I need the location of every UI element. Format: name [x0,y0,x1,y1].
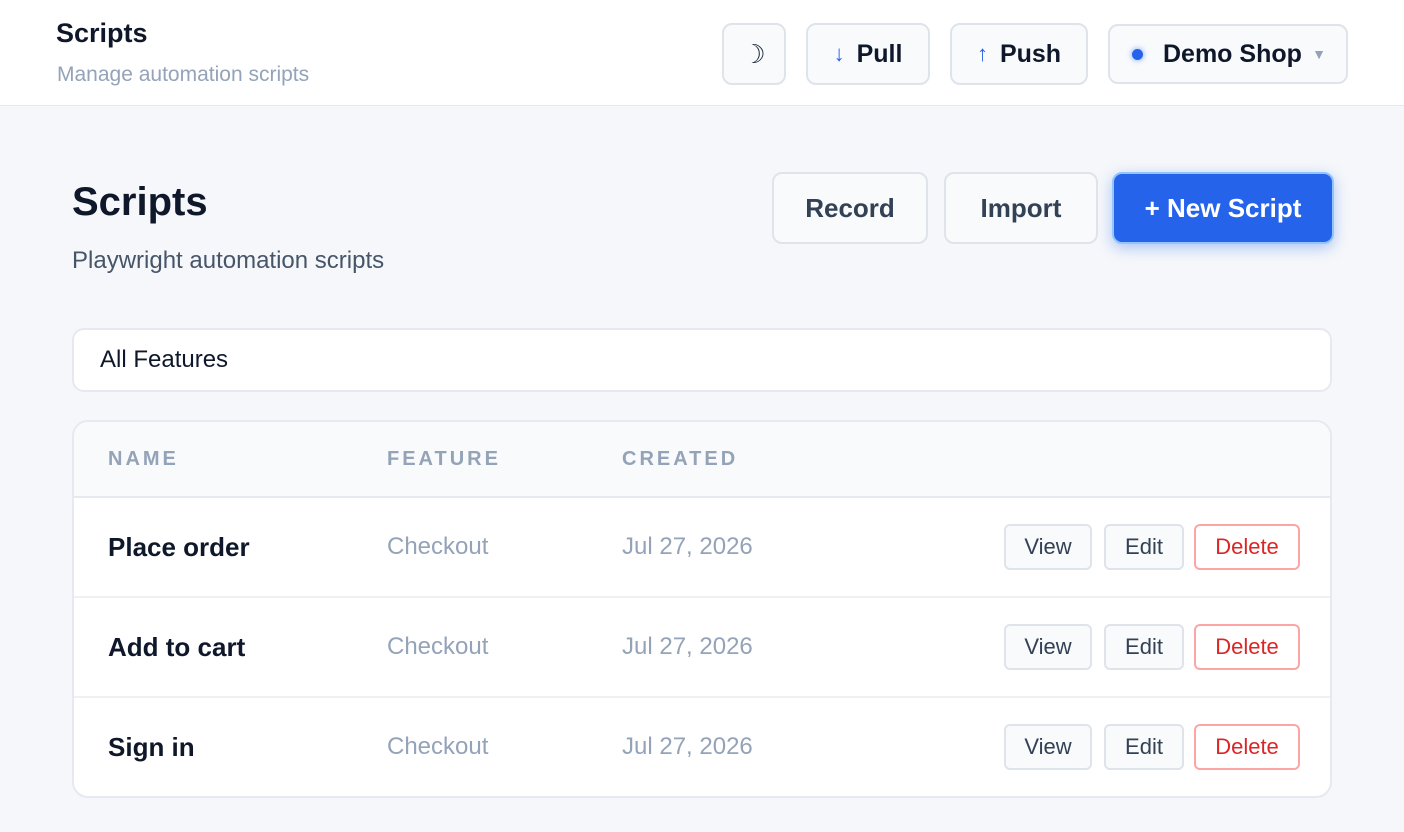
header-title: Scripts [56,18,148,48]
view-button[interactable]: View [1004,724,1092,770]
edit-button[interactable]: Edit [1104,724,1184,770]
view-button[interactable]: View [1004,624,1092,670]
script-feature: Checkout [387,533,489,560]
column-header-feature: FEATURE [387,448,501,470]
arrow-down-icon: ↓ [833,41,845,66]
table-row: Add to cart Checkout Jul 27, 2026 View E… [74,598,1330,698]
push-label: Push [999,39,1062,68]
script-name: Add to cart [108,632,246,662]
feature-filter-value: All Features [100,346,229,373]
chevron-down-icon: ▼ [1312,46,1326,62]
push-button[interactable]: ↑ Push [950,23,1088,85]
table-row: Place order Checkout Jul 27, 2026 View E… [74,498,1330,598]
delete-button[interactable]: Delete [1194,624,1300,670]
theme-toggle-button[interactable]: ☽ [722,23,786,85]
header-subtitle: Manage automation scripts [57,63,310,86]
script-created: Jul 27, 2026 [622,533,753,560]
table-header: NAME FEATURE CREATED [74,422,1330,498]
new-script-button[interactable]: + New Script [1112,172,1334,244]
edit-button[interactable]: Edit [1104,524,1184,570]
column-header-name: NAME [108,448,179,470]
view-button[interactable]: View [1004,524,1092,570]
project-name: Demo Shop [1163,39,1302,68]
record-button[interactable]: Record [772,172,928,244]
script-feature: Checkout [387,633,489,660]
script-name: Place order [108,532,250,562]
pull-button[interactable]: ↓ Pull [806,23,930,85]
project-selector[interactable]: Demo Shop ▼ [1108,24,1348,84]
script-name: Sign in [108,732,195,762]
script-created: Jul 27, 2026 [622,733,753,760]
scripts-table: NAME FEATURE CREATED Place order Checkou… [72,420,1332,798]
top-header: Scripts Manage automation scripts ☽ ↓ Pu… [0,0,1404,106]
delete-button[interactable]: Delete [1194,524,1300,570]
arrow-up-icon: ↑ [976,41,988,66]
feature-filter-select[interactable]: All Features [72,328,1332,392]
pull-label: Pull [856,39,903,68]
page-subtitle: Playwright automation scripts [72,247,385,274]
table-row: Sign in Checkout Jul 27, 2026 View Edit … [74,698,1330,796]
script-created: Jul 27, 2026 [622,633,753,660]
moon-icon: ☽ [742,38,766,69]
delete-button[interactable]: Delete [1194,724,1300,770]
status-dot-icon [1132,48,1143,60]
import-button[interactable]: Import [944,172,1098,244]
script-feature: Checkout [387,733,489,760]
column-header-created: CREATED [622,448,739,470]
edit-button[interactable]: Edit [1104,624,1184,670]
page-title: Scripts [72,180,208,224]
